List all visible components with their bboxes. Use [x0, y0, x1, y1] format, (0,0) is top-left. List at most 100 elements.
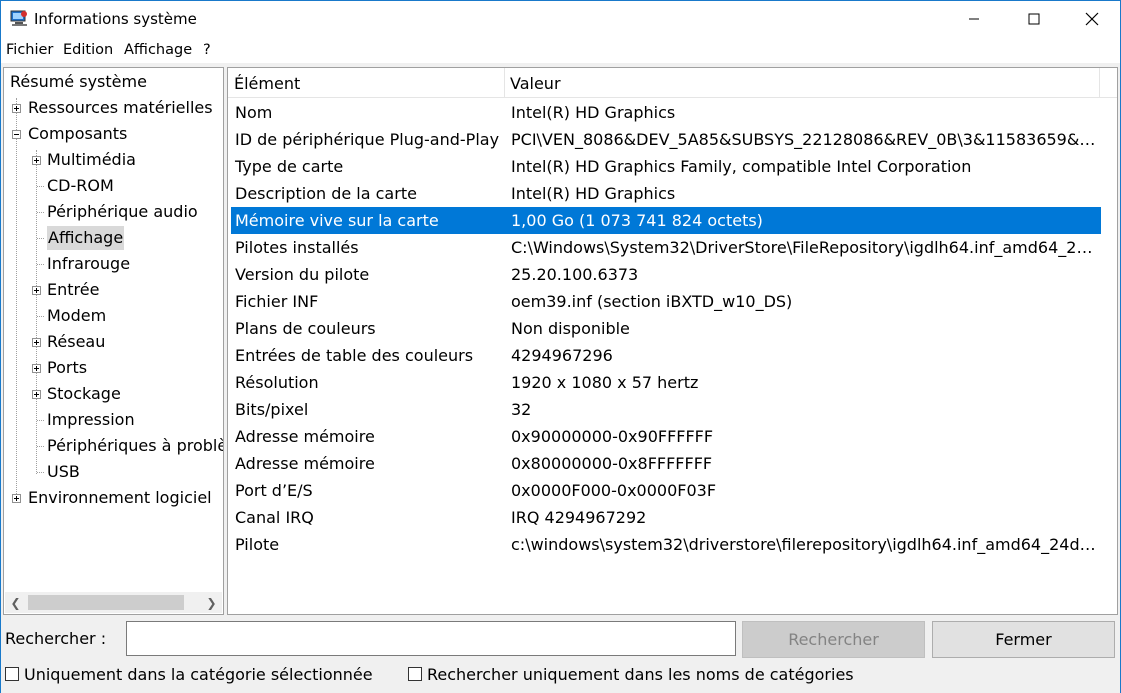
tree-item-environnement[interactable]: Environnement logiciel	[28, 486, 212, 510]
tree-connector	[37, 212, 44, 213]
tree-connector	[37, 446, 44, 447]
table-row[interactable]: Canal IRQ IRQ 4294967292	[231, 504, 1101, 531]
details-list[interactable]: Élément Valeur Nom Intel(R) HD Graphics …	[227, 67, 1118, 615]
cell-element: Pilotes installés	[235, 238, 359, 257]
table-row[interactable]: Pilotes installés C:\Windows\System32\Dr…	[231, 234, 1101, 261]
table-row[interactable]: Entrées de table des couleurs 4294967296	[231, 342, 1101, 369]
tree-item-affichage[interactable]: Affichage	[47, 226, 125, 250]
checkbox[interactable]	[5, 667, 19, 681]
msinfo-icon	[10, 10, 27, 26]
minimize-icon	[969, 18, 979, 20]
cell-valeur: Intel(R) HD Graphics	[511, 103, 676, 122]
cell-valeur: 0x90000000-0x90FFFFFF	[511, 427, 714, 446]
cell-element: Adresse mémoire	[235, 454, 375, 473]
table-row[interactable]: Pilote c:\windows\system32\driverstore\f…	[231, 531, 1101, 558]
scroll-right-icon[interactable]: ❯	[203, 594, 220, 611]
menu-edition[interactable]: Edition	[63, 42, 113, 58]
expand-icon[interactable]	[32, 286, 41, 295]
cell-element: Résolution	[235, 373, 319, 392]
checkbox-label: Uniquement dans la catégorie sélectionné…	[24, 664, 373, 684]
cell-valeur: oem39.inf (section iBXTD_w10_DS)	[511, 292, 793, 311]
table-row[interactable]: Type de carte Intel(R) HD Graphics Famil…	[231, 153, 1101, 180]
tree-item-stockage[interactable]: Stockage	[47, 382, 121, 406]
menu-help[interactable]: ?	[203, 42, 211, 58]
column-divider[interactable]	[504, 68, 505, 98]
tree-item-impression[interactable]: Impression	[47, 408, 135, 432]
title-bar[interactable]: Informations système	[1, 1, 1120, 37]
cell-valeur: PCI\VEN_8086&DEV_5A85&SUBSYS_22128086&RE…	[511, 130, 1099, 149]
tree-item-usb[interactable]: USB	[47, 460, 80, 484]
cell-element: Fichier INF	[235, 292, 319, 311]
tree-item-ports[interactable]: Ports	[47, 356, 87, 380]
cell-valeur: IRQ 4294967292	[511, 508, 647, 527]
tree-item-ressources[interactable]: Ressources matérielles	[28, 96, 213, 120]
tree-item-audio[interactable]: Périphérique audio	[47, 200, 198, 224]
tree-item-modem[interactable]: Modem	[47, 304, 106, 328]
cell-valeur: 4294967296	[511, 346, 613, 365]
table-row[interactable]: Version du pilote 25.20.100.6373	[231, 261, 1101, 288]
table-row[interactable]: Bits/pixel 32	[231, 396, 1101, 423]
close-window-button[interactable]	[1069, 1, 1115, 37]
search-button[interactable]: Rechercher	[742, 621, 925, 658]
tree-item-composants[interactable]: Composants	[28, 122, 127, 146]
cell-element: Version du pilote	[235, 265, 370, 284]
table-row[interactable]: Port d’E/S 0x0000F000-0x0000F03F	[231, 477, 1101, 504]
expand-icon[interactable]	[32, 338, 41, 347]
cell-element: Plans de couleurs	[235, 319, 376, 338]
column-divider[interactable]	[1099, 68, 1100, 98]
tree-horizontal-scrollbar[interactable]: ❮ ❯	[5, 592, 222, 613]
maximize-button[interactable]	[1011, 1, 1057, 37]
expand-icon[interactable]	[32, 364, 41, 373]
close-button[interactable]: Fermer	[932, 621, 1115, 658]
tree-connector	[37, 420, 44, 421]
checkbox-names-option[interactable]: Rechercher uniquement dans les noms de c…	[408, 664, 854, 684]
column-header-valeur[interactable]: Valeur	[510, 74, 561, 93]
table-row[interactable]: Nom Intel(R) HD Graphics	[231, 99, 1101, 126]
tree-item-multimedia[interactable]: Multimédia	[47, 148, 136, 172]
expand-icon[interactable]	[32, 156, 41, 165]
table-row[interactable]: ID de périphérique Plug-and-Play PCI\VEN…	[231, 126, 1101, 153]
tree-item-cdrom[interactable]: CD-ROM	[47, 174, 114, 198]
table-row[interactable]: Description de la carte Intel(R) HD Grap…	[231, 180, 1101, 207]
category-tree[interactable]: Résumé système Ressources matérielles Co…	[3, 67, 224, 615]
scroll-left-icon[interactable]: ❮	[7, 594, 24, 611]
table-row[interactable]: Adresse mémoire 0x90000000-0x90FFFFFF	[231, 423, 1101, 450]
cell-element: Adresse mémoire	[235, 427, 375, 446]
tree-item-resume-systeme[interactable]: Résumé système	[10, 70, 147, 94]
checkbox[interactable]	[408, 667, 422, 681]
cell-element: Type de carte	[235, 157, 344, 176]
checkbox-category-option[interactable]: Uniquement dans la catégorie sélectionné…	[5, 664, 373, 684]
cell-valeur: 25.20.100.6373	[511, 265, 639, 284]
tree-connector	[36, 150, 37, 474]
cell-element: Entrées de table des couleurs	[235, 346, 474, 365]
cell-valeur: Non disponible	[511, 319, 630, 338]
column-header-element[interactable]: Élément	[234, 74, 300, 93]
tree-item-infrarouge[interactable]: Infrarouge	[47, 252, 130, 276]
cell-element: Canal IRQ	[235, 508, 314, 527]
menu-affichage[interactable]: Affichage	[124, 42, 192, 58]
table-row[interactable]: Plans de couleurs Non disponible	[231, 315, 1101, 342]
cell-element: ID de périphérique Plug-and-Play	[235, 130, 500, 149]
expand-icon[interactable]	[32, 390, 41, 399]
close-icon	[1085, 12, 1099, 26]
scrollbar-thumb[interactable]	[28, 595, 184, 610]
tree-item-reseau[interactable]: Réseau	[47, 330, 105, 354]
table-row[interactable]: Adresse mémoire 0x80000000-0x8FFFFFFF	[231, 450, 1101, 477]
minimize-button[interactable]	[951, 1, 997, 37]
table-row[interactable]: Résolution 1920 x 1080 x 57 hertz	[231, 369, 1101, 396]
expand-icon[interactable]	[12, 494, 21, 503]
cell-element: Description de la carte	[235, 184, 417, 203]
expand-icon[interactable]	[12, 104, 21, 113]
table-row[interactable]: Fichier INF oem39.inf (section iBXTD_w10…	[231, 288, 1101, 315]
table-row-selected[interactable]: Mémoire vive sur la carte 1,00 Go (1 073…	[231, 207, 1101, 234]
tree-connector	[37, 472, 44, 473]
window-title: Informations système	[34, 10, 197, 28]
cell-valeur: 1,00 Go (1 073 741 824 octets)	[511, 211, 763, 230]
search-input[interactable]	[126, 621, 736, 656]
cell-valeur: 32	[511, 400, 532, 419]
tree-item-peripheriques-probleme[interactable]: Périphériques à problè	[47, 434, 223, 458]
collapse-icon[interactable]	[12, 130, 21, 139]
menu-fichier[interactable]: Fichier	[6, 42, 53, 58]
checkbox-label: Rechercher uniquement dans les noms de c…	[427, 664, 854, 684]
tree-item-entree[interactable]: Entrée	[47, 278, 99, 302]
